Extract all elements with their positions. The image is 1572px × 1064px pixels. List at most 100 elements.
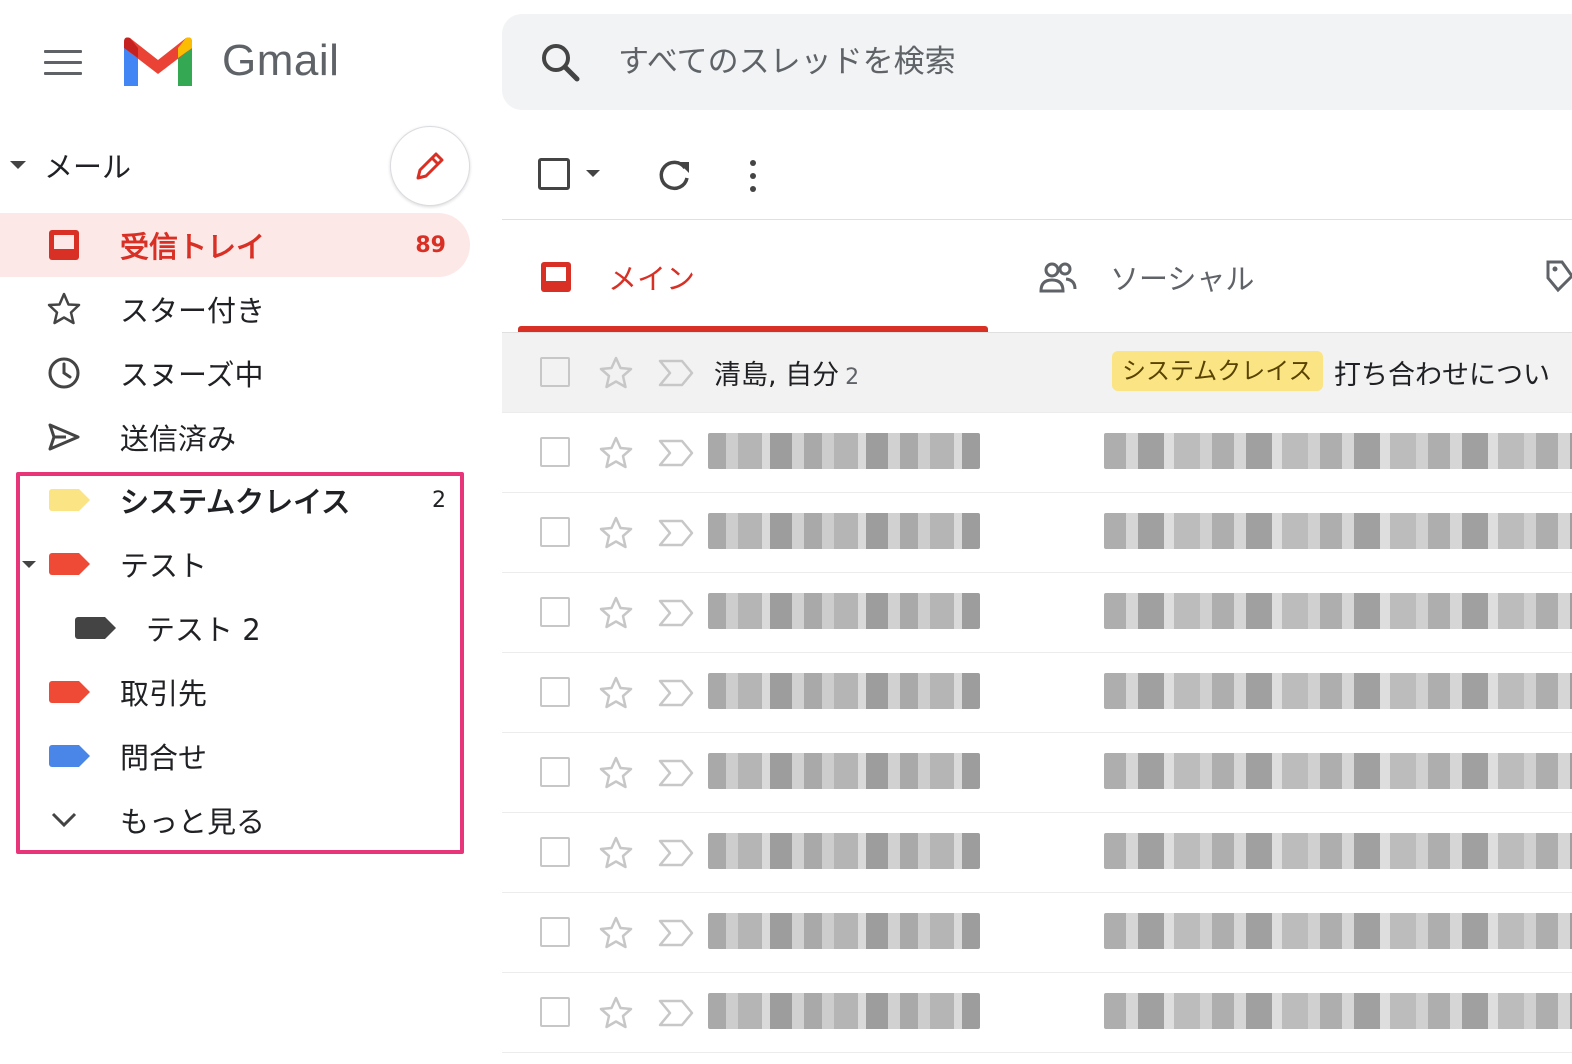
sidebar-item-label: スター付き xyxy=(120,294,266,328)
email-row[interactable] xyxy=(502,493,1572,573)
menu-bar xyxy=(44,72,82,75)
redacted-subject xyxy=(1104,753,1572,789)
row-checkbox[interactable] xyxy=(540,757,570,787)
sidebar-item-label: 受信トレイ xyxy=(120,230,266,264)
search-bar[interactable] xyxy=(502,14,1572,110)
email-row[interactable] xyxy=(502,893,1572,973)
label-item-test[interactable]: テスト xyxy=(0,532,470,596)
redacted-sender xyxy=(708,673,980,709)
important-marker-icon[interactable] xyxy=(656,355,696,391)
row-checkbox[interactable] xyxy=(540,437,570,467)
sidebar-more-button[interactable]: もっと見る xyxy=(0,788,470,852)
tab-social[interactable]: ソーシャル xyxy=(1038,222,1254,332)
redacted-sender xyxy=(708,433,980,469)
more-options-icon[interactable] xyxy=(738,156,768,196)
main-menu-button[interactable] xyxy=(44,50,82,76)
label-tag-icon xyxy=(70,608,116,648)
star-icon[interactable] xyxy=(596,353,636,393)
chevron-down-icon xyxy=(44,800,84,840)
email-row[interactable] xyxy=(502,573,1572,653)
row-checkbox[interactable] xyxy=(540,997,570,1027)
label-item-clients[interactable]: 取引先 xyxy=(0,660,470,724)
people-icon xyxy=(1038,257,1078,297)
row-checkbox[interactable] xyxy=(540,837,570,867)
email-row[interactable] xyxy=(502,653,1572,733)
label-name: 問合せ xyxy=(120,741,208,775)
important-marker-icon[interactable] xyxy=(656,915,696,951)
sidebar-item-inbox[interactable]: 受信トレイ 89 xyxy=(0,213,470,277)
redacted-subject xyxy=(1104,513,1572,549)
email-row[interactable]: 清島, 自分 2 システムクレイス 打ち合わせについ xyxy=(502,333,1572,413)
tab-primary[interactable]: メイン xyxy=(536,222,695,332)
label-name: テスト xyxy=(120,549,208,583)
menu-bar xyxy=(44,50,82,53)
redacted-sender xyxy=(708,993,980,1029)
mail-section-label: メール xyxy=(44,150,132,184)
send-icon xyxy=(44,417,84,457)
star-icon[interactable] xyxy=(596,913,636,953)
inbox-icon xyxy=(536,257,576,297)
email-row[interactable] xyxy=(502,413,1572,493)
label-tag-icon xyxy=(44,544,90,584)
collapse-arrow-icon xyxy=(10,161,26,169)
pencil-icon xyxy=(416,152,444,180)
redacted-sender xyxy=(708,753,980,789)
email-row[interactable] xyxy=(502,733,1572,813)
tab-label: ソーシャル xyxy=(1110,262,1255,296)
redacted-sender xyxy=(708,513,980,549)
star-icon[interactable] xyxy=(596,993,636,1033)
label-unread-count: 2 xyxy=(432,487,446,513)
sidebar-item-sent[interactable]: 送信済み xyxy=(0,405,470,469)
select-all-checkbox[interactable] xyxy=(538,158,570,190)
important-marker-icon[interactable] xyxy=(656,515,696,551)
sender-name: 清島, 自分 xyxy=(714,360,840,391)
label-name: 取引先 xyxy=(120,677,208,711)
label-chip[interactable]: システムクレイス xyxy=(1112,351,1323,391)
row-checkbox[interactable] xyxy=(540,517,570,547)
star-icon[interactable] xyxy=(596,833,636,873)
tab-label: メイン xyxy=(608,262,696,296)
important-marker-icon[interactable] xyxy=(656,835,696,871)
row-checkbox[interactable] xyxy=(540,677,570,707)
sidebar-item-label: 送信済み xyxy=(120,422,237,456)
email-row[interactable] xyxy=(502,813,1572,893)
expand-arrow-icon[interactable] xyxy=(22,561,36,568)
compose-button[interactable] xyxy=(390,126,470,206)
row-checkbox[interactable] xyxy=(540,597,570,627)
label-tag-icon xyxy=(44,736,90,776)
mail-section-toggle[interactable]: メール xyxy=(0,134,380,196)
gmail-logo-icon[interactable] xyxy=(120,34,196,90)
mail-toolbar xyxy=(502,132,1572,218)
label-item-systemcrace[interactable]: システムクレイス 2 xyxy=(0,468,470,532)
redacted-subject xyxy=(1104,913,1572,949)
star-icon[interactable] xyxy=(596,433,636,473)
search-input[interactable] xyxy=(618,36,1518,88)
label-name: テスト 2 xyxy=(146,613,261,647)
app-brand-title[interactable]: Gmail xyxy=(222,36,339,86)
sidebar-item-starred[interactable]: スター付き xyxy=(0,277,470,341)
star-icon[interactable] xyxy=(596,673,636,713)
tag-icon[interactable] xyxy=(1544,258,1572,296)
unread-count: 89 xyxy=(415,232,446,258)
label-item-test-2[interactable]: テスト 2 xyxy=(0,596,470,660)
important-marker-icon[interactable] xyxy=(656,995,696,1031)
important-marker-icon[interactable] xyxy=(656,435,696,471)
star-icon[interactable] xyxy=(596,753,636,793)
important-marker-icon[interactable] xyxy=(656,595,696,631)
label-item-inquiries[interactable]: 問合せ xyxy=(0,724,470,788)
email-row[interactable] xyxy=(502,973,1572,1053)
more-label: もっと見る xyxy=(120,805,266,839)
search-icon[interactable] xyxy=(538,40,582,84)
sidebar-item-snoozed[interactable]: スヌーズ中 xyxy=(0,341,470,405)
important-marker-icon[interactable] xyxy=(656,675,696,711)
select-dropdown-icon[interactable] xyxy=(586,170,600,177)
star-icon[interactable] xyxy=(596,593,636,633)
row-checkbox[interactable] xyxy=(540,917,570,947)
thread-count: 2 xyxy=(845,365,860,390)
star-icon[interactable] xyxy=(596,513,636,553)
important-marker-icon[interactable] xyxy=(656,755,696,791)
row-checkbox[interactable] xyxy=(540,357,570,387)
redacted-sender xyxy=(708,833,980,869)
toolbar-divider xyxy=(502,219,1572,220)
refresh-icon[interactable] xyxy=(654,154,694,194)
